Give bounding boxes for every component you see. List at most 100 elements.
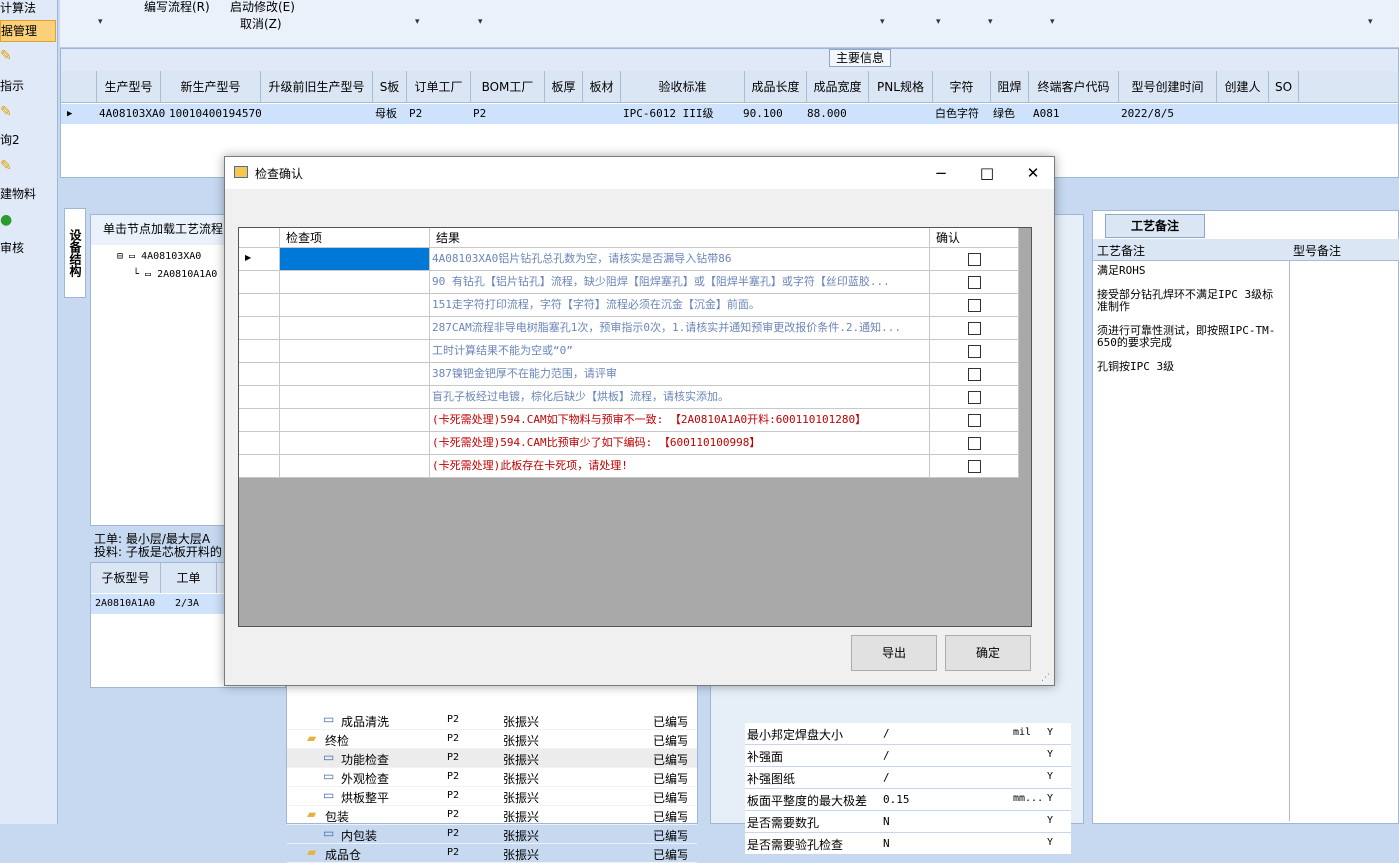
result-cell[interactable]: 4A08103XA0铝片钻孔总孔数为空，请核实是否漏导入钻带86 — [430, 248, 930, 271]
col-header[interactable]: 字符 — [933, 71, 991, 103]
table-cell[interactable]: P2 — [471, 104, 486, 124]
export-button[interactable]: 导出 — [851, 635, 937, 671]
col-header[interactable]: 升级前旧生产型号 — [261, 71, 373, 103]
check-row[interactable]: 盲孔子板经过电镀，棕化后缺少【烘板】流程，请核实添加。 — [239, 386, 1019, 409]
row-header[interactable]: ▶ — [239, 248, 280, 271]
confirm-checkbox[interactable] — [968, 322, 981, 335]
row-header[interactable] — [239, 271, 280, 294]
result-cell[interactable]: 盲孔子板经过电镀，棕化后缺少【烘板】流程，请核实添加。 — [430, 386, 930, 409]
col-header[interactable]: S板 — [373, 71, 407, 103]
col-header[interactable]: 工单 — [161, 563, 217, 593]
dropdown-arrow-icon[interactable]: ▾ — [478, 17, 483, 27]
col-header[interactable]: 子板型号 — [91, 563, 161, 593]
check-item-cell[interactable] — [280, 409, 430, 432]
start-modify-button[interactable]: 启动修改(E) — [230, 0, 295, 15]
check-item-cell[interactable] — [280, 340, 430, 363]
table-cell[interactable]: 2/3A — [175, 598, 199, 609]
dropdown-arrow-icon[interactable]: ▾ — [1368, 17, 1373, 27]
table-cell[interactable]: 白色字符 — [933, 104, 979, 124]
check-item-cell[interactable] — [280, 317, 430, 340]
confirm-checkbox[interactable] — [968, 276, 981, 289]
col-header[interactable]: 订单工厂 — [407, 71, 471, 103]
dropdown-arrow-icon[interactable]: ▾ — [415, 17, 420, 27]
flow-row[interactable]: ▭ 外观检查 P2 张振兴 已编写 — [287, 768, 697, 787]
table-cell[interactable]: P2 — [407, 104, 422, 124]
param-value[interactable]: / — [883, 771, 890, 784]
check-row[interactable]: 287CAM流程非导电树脂塞孔1次，预审指示0次，1.请核实并通知预审更改报价条… — [239, 317, 1019, 340]
dropdown-arrow-icon[interactable]: ▾ — [936, 17, 941, 27]
flow-row[interactable]: ▭ 内包装 P2 张振兴 已编写 — [287, 825, 697, 844]
check-item-cell[interactable] — [280, 455, 430, 478]
table-cell[interactable]: IPC-6012 III级 — [621, 104, 713, 124]
minimize-icon[interactable]: − — [931, 163, 951, 183]
col-header[interactable]: 型号创建时间 — [1119, 71, 1217, 103]
col-header[interactable]: 阻焊 — [991, 71, 1029, 103]
row-header[interactable] — [239, 386, 280, 409]
confirm-checkbox[interactable] — [968, 345, 981, 358]
col-header[interactable]: 成品长度 — [745, 71, 807, 103]
tab-device-structure[interactable]: 设备结构 — [64, 208, 86, 298]
col-header[interactable]: 板材 — [583, 71, 621, 103]
tab-craft-notes[interactable]: 工艺备注 — [1105, 214, 1205, 238]
param-value[interactable]: / — [883, 727, 890, 740]
row-header[interactable] — [239, 317, 280, 340]
result-cell[interactable]: 151走字符打印流程，字符【字符】流程必须在沉金【沉金】前面。 — [430, 294, 930, 317]
row-header[interactable] — [239, 409, 280, 432]
check-row[interactable]: 387镍钯金钯厚不在能力范围，请评审 — [239, 363, 1019, 386]
resize-grip-icon[interactable]: ⋰ — [1041, 673, 1050, 683]
flow-row[interactable]: ▰ 包装 P2 张振兴 已编写 — [287, 806, 697, 825]
result-cell[interactable]: 工时计算结果不能为空或“0” — [430, 340, 930, 363]
result-cell[interactable]: 387镍钯金钯厚不在能力范围，请评审 — [430, 363, 930, 386]
col-header[interactable]: 板厚 — [545, 71, 583, 103]
dropdown-arrow-icon[interactable]: ▾ — [98, 17, 103, 27]
col-header-result[interactable]: 结果 — [430, 228, 930, 248]
param-row[interactable]: 是否需要验孔检查 N Y — [745, 833, 1071, 855]
param-row[interactable]: 补强图纸 / Y — [745, 767, 1071, 789]
nav-item-review[interactable]: 审核 — [0, 240, 56, 256]
flow-row[interactable]: ▭ 烘板整平 P2 张振兴 已编写 — [287, 787, 697, 806]
table-cell[interactable]: 2022/8/5 — [1119, 104, 1174, 124]
cancel-button[interactable]: 取消(Z) — [240, 15, 282, 32]
row-header[interactable] — [239, 455, 280, 478]
table-cell[interactable]: 母板 — [373, 104, 397, 124]
dropdown-arrow-icon[interactable]: ▾ — [880, 17, 885, 27]
nav-item-algorithm[interactable]: 计算法 — [0, 0, 56, 16]
confirm-checkbox[interactable] — [968, 299, 981, 312]
col-header[interactable]: 新生产型号 — [161, 71, 261, 103]
nav-item-data-management[interactable]: 据管理 — [0, 20, 56, 42]
flow-row[interactable]: ▰ 成品仓 P2 张振兴 已编写 — [287, 844, 697, 863]
result-cell[interactable]: (卡死需处理)此板存在卡死项，请处理! — [430, 455, 930, 478]
check-item-cell[interactable] — [280, 363, 430, 386]
edit-flow-button[interactable]: 编写流程(R) — [144, 0, 210, 15]
check-item-cell[interactable] — [280, 432, 430, 455]
dropdown-arrow-icon[interactable]: ▾ — [988, 17, 993, 27]
check-row[interactable]: (卡死需处理)594.CAM如下物料与预审不一致: 【2A0810A1A0开料:… — [239, 409, 1019, 432]
col-header[interactable]: BOM工厂 — [471, 71, 545, 103]
row-header[interactable] — [239, 363, 280, 386]
param-value[interactable]: / — [883, 749, 890, 762]
flow-row[interactable]: ▰ 终检 P2 张振兴 已编写 — [287, 730, 697, 749]
col-header[interactable]: 成品宽度 — [807, 71, 869, 103]
table-cell[interactable]: 绿色 — [991, 104, 1015, 124]
table-cell[interactable]: 88.000 — [805, 104, 847, 124]
result-cell[interactable]: (卡死需处理)594.CAM比预审少了如下编码: 【600110100998】 — [430, 432, 930, 455]
row-header[interactable] — [239, 340, 280, 363]
craft-note-text[interactable]: 满足ROHS 接受部分钻孔焊环不满足IPC 3级标准制作 须进行可靠性测试，即按… — [1097, 265, 1277, 373]
param-row[interactable]: 最小邦定焊盘大小 / mil Y — [745, 723, 1071, 745]
confirm-checkbox[interactable] — [968, 437, 981, 450]
nav-item-create-material[interactable]: 建物料 — [0, 186, 56, 202]
check-row[interactable]: 工时计算结果不能为空或“0” — [239, 340, 1019, 363]
param-row[interactable]: 是否需要数孔 N Y — [745, 811, 1071, 833]
result-cell[interactable]: 287CAM流程非导电树脂塞孔1次，预审指示0次，1.请核实并通知预审更改报价条… — [430, 317, 930, 340]
col-header[interactable]: SO — [1269, 71, 1299, 103]
tree-node-root[interactable]: ⊟ ▭ 4A08103XA0 — [117, 251, 201, 262]
check-row[interactable]: (卡死需处理)594.CAM比预审少了如下编码: 【600110100998】 — [239, 432, 1019, 455]
check-row[interactable]: 90 有钻孔【铝片钻孔】流程，缺少阻焊【阻焊塞孔】或【阻焊半塞孔】或字符【丝印蓝… — [239, 271, 1019, 294]
dialog-titlebar[interactable]: 检查确认 − □ ✕ — [225, 157, 1054, 189]
row-header[interactable] — [239, 294, 280, 317]
check-item-cell[interactable] — [280, 248, 430, 271]
nav-item-instruction[interactable]: 指示 — [0, 78, 56, 94]
confirm-checkbox[interactable] — [968, 391, 981, 404]
table-cell[interactable]: 10010400194570 — [167, 104, 262, 124]
confirm-checkbox[interactable] — [968, 368, 981, 381]
